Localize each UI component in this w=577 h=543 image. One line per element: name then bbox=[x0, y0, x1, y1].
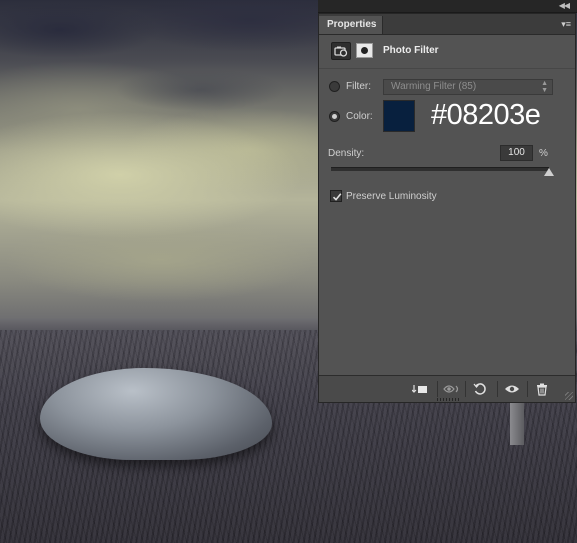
tab-properties[interactable]: Properties bbox=[319, 16, 383, 34]
dropdown-arrows-icon: ▲ ▼ bbox=[541, 80, 548, 94]
adjustment-title: Photo Filter bbox=[383, 45, 439, 56]
view-previous-state-icon[interactable] bbox=[437, 380, 463, 398]
density-unit: % bbox=[539, 148, 548, 159]
resize-grip[interactable] bbox=[437, 398, 459, 401]
color-label: Color: bbox=[346, 111, 373, 122]
color-swatch[interactable] bbox=[383, 100, 415, 132]
density-slider-thumb[interactable] bbox=[544, 168, 554, 176]
color-hex-annotation: #08203e bbox=[431, 99, 541, 131]
panel-footer bbox=[319, 375, 575, 402]
color-radio[interactable] bbox=[329, 111, 340, 122]
checkmark-icon bbox=[332, 193, 342, 201]
visibility-eye-icon[interactable] bbox=[497, 380, 523, 398]
panel-menu-icon[interactable]: ▾≡ bbox=[561, 17, 571, 31]
corner-resize-handle[interactable] bbox=[565, 392, 573, 400]
layer-mask-icon[interactable] bbox=[356, 43, 373, 58]
density-input[interactable]: 100 bbox=[500, 145, 533, 161]
reset-icon[interactable] bbox=[465, 380, 491, 398]
preserve-luminosity-checkbox[interactable] bbox=[330, 190, 342, 202]
density-slider-track[interactable] bbox=[331, 167, 549, 171]
properties-panel: Properties ▾≡ Photo Filter Filter: Warmi… bbox=[318, 13, 576, 403]
filter-selected-value: Warming Filter (85) bbox=[391, 81, 477, 92]
clip-to-layer-icon[interactable] bbox=[409, 380, 431, 398]
filter-label: Filter: bbox=[346, 81, 371, 92]
filter-dropdown[interactable]: Warming Filter (85) ▲ ▼ bbox=[383, 79, 553, 95]
panel-tab-bar: Properties ▾≡ bbox=[319, 14, 575, 35]
collapse-panels-icon[interactable]: ◀◀ bbox=[559, 0, 570, 12]
photo-filter-adjustment-icon[interactable] bbox=[331, 42, 351, 60]
trash-icon[interactable] bbox=[527, 380, 553, 398]
filter-radio[interactable] bbox=[329, 81, 340, 92]
properties-header: Photo Filter bbox=[319, 36, 575, 69]
preserve-luminosity-label: Preserve Luminosity bbox=[346, 191, 437, 202]
density-label: Density: bbox=[328, 148, 365, 159]
panel-dock-bar: ◀◀ bbox=[318, 0, 577, 13]
